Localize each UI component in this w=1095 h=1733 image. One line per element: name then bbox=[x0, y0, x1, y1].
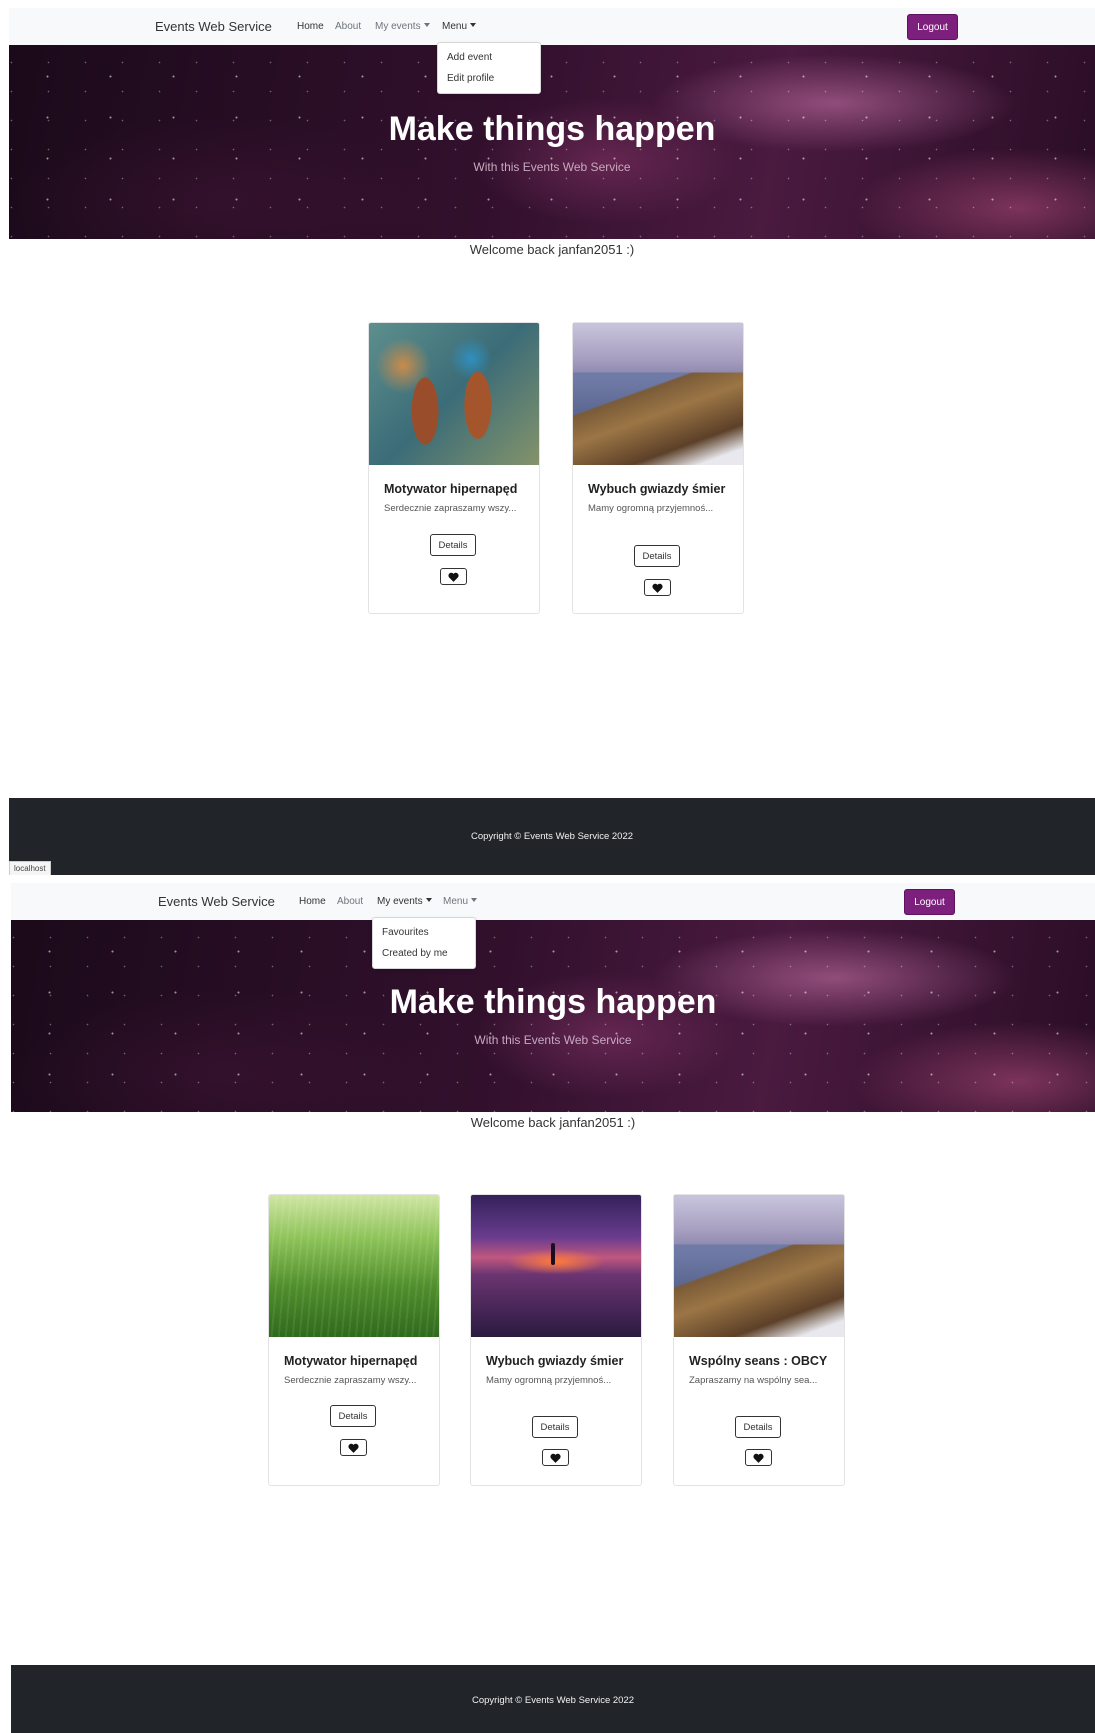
silhouette bbox=[551, 1243, 555, 1265]
event-description: Zapraszamy na wspólny sea... bbox=[689, 1375, 818, 1386]
favourite-button[interactable] bbox=[542, 1449, 569, 1466]
nav-menu[interactable]: Menu bbox=[442, 21, 477, 32]
menu-dropdown: Add event Edit profile bbox=[437, 42, 541, 94]
favourite-button[interactable] bbox=[745, 1449, 772, 1466]
event-description: Mamy ogromną przyjemnoś... bbox=[486, 1375, 612, 1386]
brand-link[interactable]: Events Web Service bbox=[155, 19, 272, 34]
event-card: Wybuch gwiazdy śmier Mamy ogromną przyje… bbox=[470, 1194, 642, 1486]
hero-subtitle: With this Events Web Service bbox=[473, 160, 631, 174]
brand-link[interactable]: Events Web Service bbox=[158, 894, 275, 909]
status-tooltip: localhost bbox=[9, 861, 51, 875]
caret-down-icon bbox=[471, 898, 478, 902]
hero-banner: Make things happen With this Events Web … bbox=[11, 920, 1095, 1112]
details-button[interactable]: Details bbox=[735, 1416, 781, 1438]
event-title: Wybuch gwiazdy śmier bbox=[486, 1354, 624, 1368]
navbar: Events Web Service Home About My events … bbox=[9, 8, 1095, 46]
caret-down-icon bbox=[423, 23, 430, 27]
my-events-dropdown: Favourites Created by me bbox=[372, 917, 476, 969]
event-image bbox=[369, 323, 539, 465]
nav-my-events-label: My events bbox=[377, 896, 423, 907]
menu-item-add-event[interactable]: Add event bbox=[447, 52, 492, 63]
event-image bbox=[674, 1195, 844, 1337]
event-description: Mamy ogromną przyjemnoś... bbox=[588, 503, 714, 514]
nav-home[interactable]: Home bbox=[299, 896, 326, 907]
hero-title: Make things happen bbox=[389, 983, 717, 1021]
heart-icon bbox=[448, 572, 459, 582]
footer: Copyright © Events Web Service 2022 bbox=[11, 1665, 1095, 1733]
details-button[interactable]: Details bbox=[330, 1405, 376, 1427]
event-card: Wspólny seans : OBCY Zapraszamy na wspól… bbox=[673, 1194, 845, 1486]
heart-icon bbox=[652, 583, 663, 593]
event-image bbox=[573, 323, 743, 465]
event-card: Motywator hipernapęd Serdecznie zaprasza… bbox=[268, 1194, 440, 1486]
event-card: Wybuch gwiazdy śmier Mamy ogromną przyje… bbox=[572, 322, 744, 614]
details-button[interactable]: Details bbox=[634, 545, 680, 567]
welcome-message: Welcome back janfan2051 :) bbox=[470, 1115, 636, 1130]
navbar: Events Web Service Home About My events … bbox=[11, 883, 1095, 921]
event-title: Motywator hipernapęd bbox=[284, 1354, 418, 1368]
caret-down-icon bbox=[425, 898, 432, 902]
heart-icon bbox=[753, 1453, 764, 1463]
menu-item-created-by-me[interactable]: Created by me bbox=[382, 948, 448, 959]
event-title: Wspólny seans : OBCY bbox=[689, 1354, 828, 1368]
nav-about[interactable]: About bbox=[335, 21, 361, 32]
hero-subtitle: With this Events Web Service bbox=[474, 1033, 632, 1047]
event-description: Serdecznie zapraszamy wszy... bbox=[284, 1375, 417, 1386]
event-description: Serdecznie zapraszamy wszy... bbox=[384, 503, 517, 514]
logout-button[interactable]: Logout bbox=[904, 889, 955, 915]
nav-about[interactable]: About bbox=[337, 896, 363, 907]
logout-button[interactable]: Logout bbox=[907, 14, 958, 40]
menu-item-edit-profile[interactable]: Edit profile bbox=[447, 73, 494, 84]
hero-title: Make things happen bbox=[388, 110, 716, 148]
favourite-button[interactable] bbox=[340, 1439, 367, 1456]
welcome-message: Welcome back janfan2051 :) bbox=[469, 242, 635, 257]
heart-icon bbox=[348, 1443, 359, 1453]
event-image bbox=[471, 1195, 641, 1337]
nav-menu[interactable]: Menu bbox=[443, 896, 478, 907]
favourite-button[interactable] bbox=[644, 579, 671, 596]
footer: Copyright © Events Web Service 2022 bbox=[9, 798, 1095, 875]
screenshot-my-events-open: Events Web Service Home About My events … bbox=[0, 875, 1095, 1733]
details-button[interactable]: Details bbox=[430, 534, 476, 556]
event-title: Motywator hipernapęd bbox=[384, 482, 518, 496]
hero-banner: Make things happen With this Events Web … bbox=[9, 45, 1095, 239]
copyright-text: Copyright © Events Web Service 2022 bbox=[470, 831, 634, 842]
event-title: Wybuch gwiazdy śmier bbox=[588, 482, 726, 496]
caret-down-icon bbox=[470, 23, 477, 27]
nav-my-events[interactable]: My events bbox=[375, 21, 430, 32]
nav-menu-label: Menu bbox=[442, 21, 468, 32]
menu-item-favourites[interactable]: Favourites bbox=[382, 927, 429, 938]
nav-menu-label: Menu bbox=[443, 896, 469, 907]
nav-my-events-label: My events bbox=[375, 21, 421, 32]
nav-my-events[interactable]: My events bbox=[377, 896, 432, 907]
details-button[interactable]: Details bbox=[532, 1416, 578, 1438]
favourite-button[interactable] bbox=[440, 568, 467, 585]
event-image bbox=[269, 1195, 439, 1337]
screenshot-menu-open: Events Web Service Home About My events … bbox=[0, 0, 1095, 875]
heart-icon bbox=[550, 1453, 561, 1463]
nav-home[interactable]: Home bbox=[297, 21, 324, 32]
event-card: Motywator hipernapęd Serdecznie zaprasza… bbox=[368, 322, 540, 614]
copyright-text: Copyright © Events Web Service 2022 bbox=[471, 1695, 635, 1706]
